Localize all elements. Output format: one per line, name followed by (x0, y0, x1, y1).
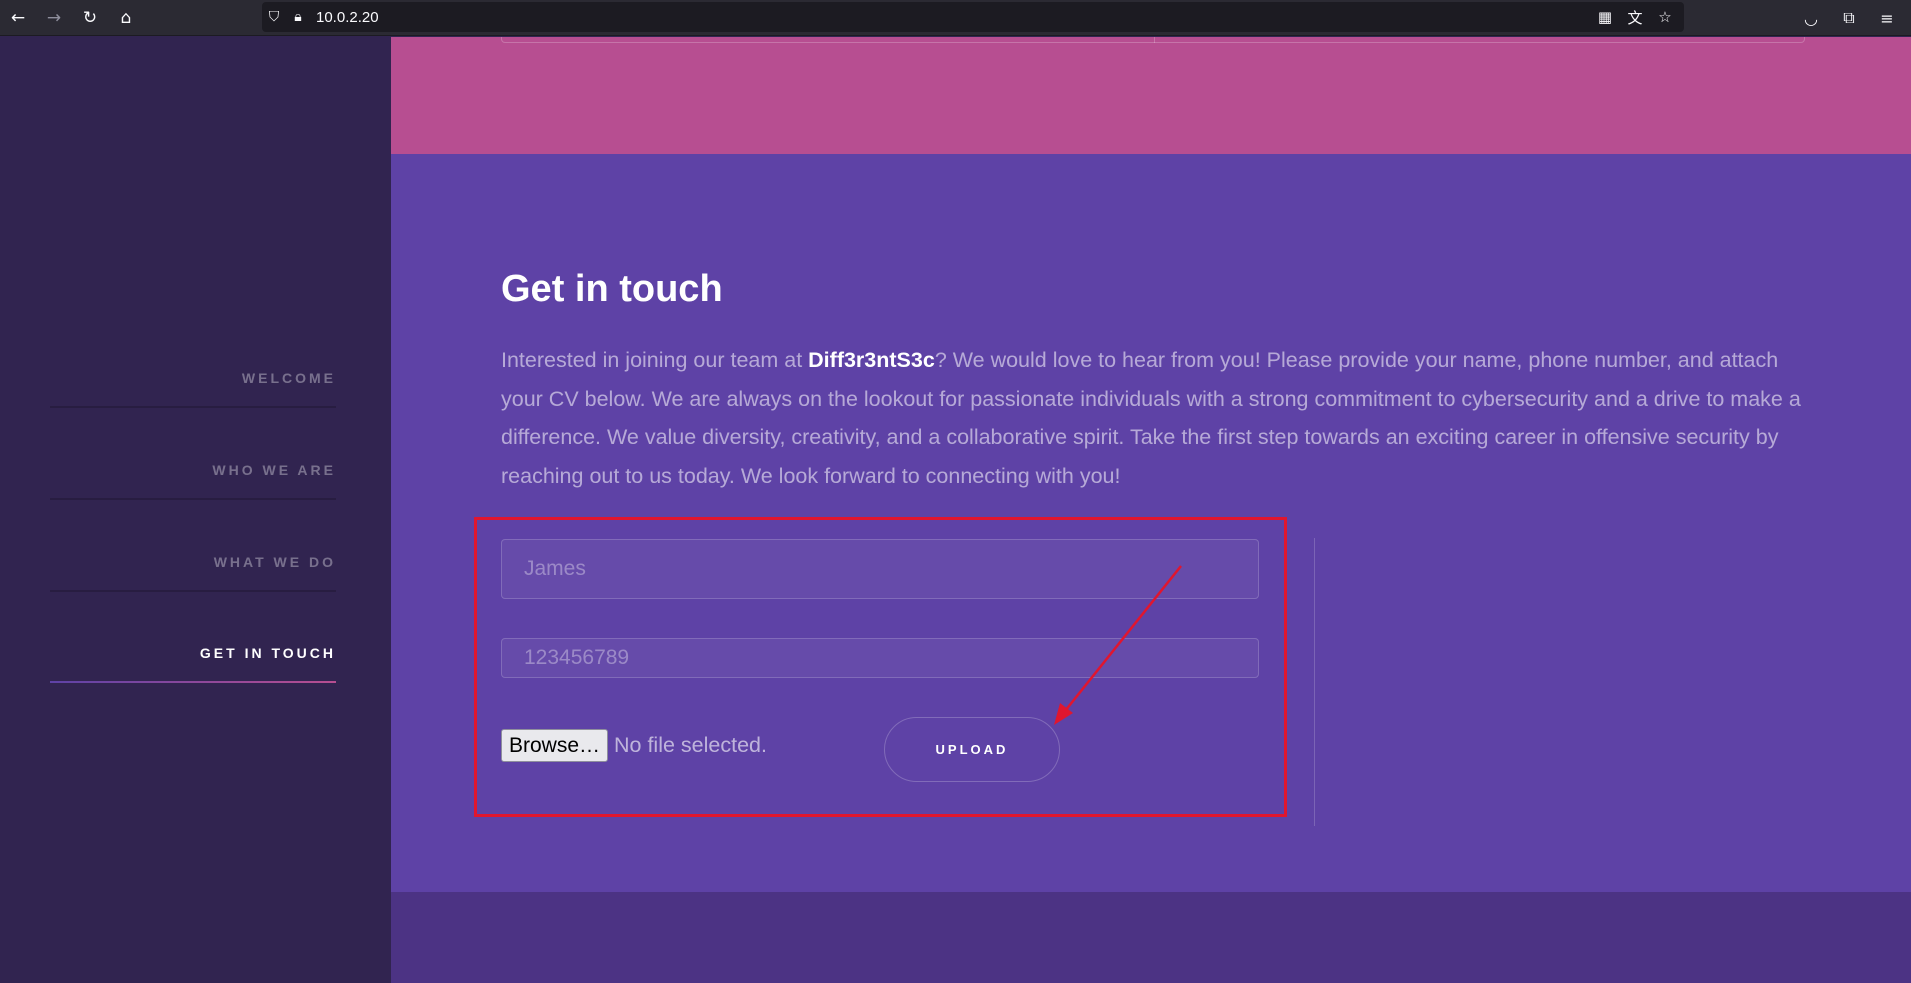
footer-band (391, 892, 1911, 983)
sidebar-item-what-we-do[interactable]: WHAT WE DO (50, 554, 336, 592)
pocket-icon[interactable]: ◡ (1793, 9, 1829, 28)
previous-section-band (391, 37, 1911, 154)
browser-toolbar: ← → ↻ ⌂ ⛉ 🔒︎ 10.0.2.20 ▦ 文 ☆ ◡ ⧉ ≡ (0, 0, 1911, 36)
url-text[interactable]: 10.0.2.20 (316, 9, 379, 26)
intro-text-start: Interested in joining our team at (501, 348, 809, 372)
hamburger-menu-icon[interactable]: ≡ (1869, 9, 1905, 28)
file-status-text: No file selected. (614, 733, 767, 757)
contact-intro-text: Interested in joining our team at Diff3r… (501, 341, 1811, 495)
reload-icon[interactable]: ↻ (72, 0, 108, 36)
brand-name: Diff3r3ntS3c (808, 348, 935, 372)
sidebar-item-who-we-are[interactable]: WHO WE ARE (50, 462, 336, 500)
address-bar[interactable]: ⛉ 🔒︎ 10.0.2.20 ▦ 文 ☆ (262, 2, 1684, 32)
sidebar-item-get-in-touch[interactable]: GET IN TOUCH (50, 645, 336, 683)
upload-button[interactable]: UPLOAD (884, 717, 1060, 782)
sidebar-nav: WELCOME WHO WE ARE WHAT WE DO GET IN TOU… (0, 37, 391, 983)
previous-section-fields-edge (501, 37, 1805, 43)
home-icon[interactable]: ⌂ (108, 0, 144, 36)
browse-file-button[interactable]: Browse… (501, 729, 608, 762)
shield-icon[interactable]: ⛉ (262, 2, 286, 32)
star-icon[interactable]: ☆ (1652, 8, 1678, 26)
vertical-divider (1314, 538, 1315, 826)
sidebar-item-welcome[interactable]: WELCOME (50, 370, 336, 408)
back-arrow-icon[interactable]: ← (0, 0, 36, 36)
translate-icon[interactable]: 文 (1622, 7, 1648, 28)
lock-icon[interactable]: 🔒︎ (286, 2, 310, 32)
section-heading: Get in touch (501, 268, 723, 310)
extensions-icon[interactable]: ⧉ (1831, 8, 1867, 28)
forward-arrow-icon[interactable]: → (36, 0, 72, 36)
qr-code-icon[interactable]: ▦ (1592, 8, 1618, 26)
annotation-arrow-icon (1054, 565, 1182, 725)
